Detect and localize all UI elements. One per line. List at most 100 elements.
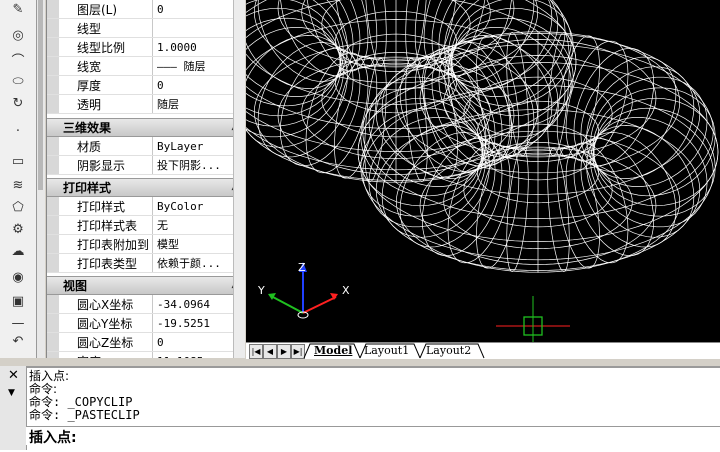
property-row[interactable]: 圆心Z坐标 0 [47,333,245,352]
axis-x-label: X [342,284,350,297]
command-input[interactable]: 插入点: [26,426,720,446]
spring-icon[interactable]: ≋ [8,176,28,194]
wire-line [357,97,483,207]
row-gutter [47,314,59,332]
property-row[interactable]: 线宽 ——— 随层 [47,57,245,76]
gear-icon[interactable]: ⚙ [8,220,28,238]
toolbar-scrollbar[interactable] [36,0,45,358]
row-gutter [47,333,59,351]
property-row[interactable]: 打印样式 ByColor [47,197,245,216]
property-row[interactable]: 打印表附加到 模型 [47,235,245,254]
pentagon-icon[interactable]: ⬠ [8,198,28,216]
chevron-down-icon[interactable]: ▼ [8,388,15,398]
row-gutter [47,95,59,113]
wire-line [334,55,378,179]
property-row[interactable]: 线型比例 1.0000 [47,38,245,57]
property-name: 线型比例 [59,38,153,56]
property-row[interactable]: 图层(L) 0 [47,0,245,19]
property-row[interactable]: 透明 随层 [47,95,245,114]
property-row[interactable]: 打印样式表无 [47,216,245,235]
close-icon[interactable]: ✕ [8,368,19,383]
wire-line [405,57,428,182]
property-value[interactable]: ByLayer [153,137,245,155]
property-name: 线宽 [59,57,153,75]
property-value[interactable]: 投下阴影... [153,156,245,174]
row-gutter [47,295,59,313]
property-name: 打印表类型 [59,254,153,272]
property-name: 阴影显示 [59,156,153,174]
line-icon[interactable]: — [8,314,28,332]
property-value[interactable]: 随层 [153,95,245,113]
wire-line [246,0,572,129]
property-name: 厚度 [59,76,153,94]
property-row[interactable]: 宽度11.1085 [47,352,245,358]
properties-scrollbar[interactable] [233,0,245,358]
property-name: 打印表附加到 [59,235,153,253]
section-header[interactable]: 打印样式▲ [47,178,245,197]
property-value[interactable]: 0 [153,0,245,18]
draw-toolbar: ✎ ◎ ⌒ ⬭ ↻ · ▭ ≋ ⬠ ⚙ ☁ ◉ ▣ — ↶ [0,0,37,358]
section-header[interactable]: 三维效果▲ [47,118,245,137]
rectangle-icon[interactable]: ▭ [8,152,28,170]
section-title: 视图 [63,279,88,293]
property-value[interactable]: -34.0964 [153,295,245,313]
property-value[interactable]: 0 [153,333,245,351]
point-icon[interactable]: · [8,122,28,140]
property-value[interactable]: 依赖于颜... [153,254,245,272]
property-row[interactable]: 打印表类型 依赖于颜... [47,254,245,273]
property-value[interactable] [153,19,245,37]
property-name: 圆心Z坐标 [59,333,153,351]
property-value[interactable]: ——— 随层 [153,57,245,75]
layout-tab-bar: |◀ ◀ ▶ ▶| Model Layout1 Layout2 [246,342,720,359]
circle-icon[interactable]: ◎ [8,26,28,44]
row-gutter [47,216,59,234]
prev-tab-button[interactable]: ◀ [263,344,277,359]
section-header[interactable]: 视图▲ [47,276,245,295]
wire-line [448,0,566,97]
wire-line [506,147,529,272]
command-window-grip[interactable]: ✕ ▼ [0,366,27,450]
toolbar-scroll-thumb[interactable] [38,0,43,190]
wire-line [246,0,344,97]
next-tab-button[interactable]: ▶ [277,344,291,359]
property-value[interactable]: 0 [153,76,245,94]
properties-list: 图层(L)0线型线型比例1.0000线宽——— 随层厚度0透明随层三维效果▲材质… [47,0,245,358]
property-value[interactable]: 无 [153,216,245,234]
row-gutter [47,19,59,37]
property-row[interactable]: 厚度 0 [47,76,245,95]
drawing-viewport[interactable]: Z Y X [246,0,720,342]
arc-icon[interactable]: ⌒ [8,50,28,69]
property-value[interactable]: ByColor [153,197,245,215]
property-value[interactable]: 模型 [153,235,245,253]
row-gutter [47,235,59,253]
tab-outlines [303,343,485,359]
property-value[interactable]: 1.0000 [153,38,245,56]
property-value[interactable]: -19.5251 [153,314,245,332]
row-gutter [47,197,59,215]
row-gutter [47,57,59,75]
wire-line [246,0,572,171]
undo-icon[interactable]: ↶ [8,332,28,350]
pencil-icon[interactable]: ✎ [8,0,28,18]
ucs-icon: Z Y X [257,261,350,319]
property-row[interactable]: 圆心Y坐标 -19.5251 [47,314,245,333]
row-gutter [47,156,59,174]
rotate-icon[interactable]: ↻ [8,94,28,112]
property-row[interactable]: 圆心X坐标 -34.0964 [47,295,245,314]
cloud-icon[interactable]: ☁ [8,242,28,260]
property-name: 透明 [59,95,153,113]
property-row[interactable]: 材质 ByLayer [47,137,245,156]
wire-line [246,7,341,117]
wire-line [451,7,577,117]
property-row[interactable]: 阴影显示 投下阴影... [47,156,245,175]
first-tab-button[interactable]: |◀ [249,344,263,359]
property-row[interactable]: 线型 [47,19,245,38]
property-value[interactable]: 11.1085 [153,352,245,359]
wire-line [246,0,577,152]
target-icon[interactable]: ◉ [8,268,28,286]
wire-line [556,35,600,159]
row-gutter [47,38,59,56]
ellipse-icon[interactable]: ⬭ [8,72,28,90]
row-gutter [47,352,59,358]
monitor-icon[interactable]: ▣ [8,292,28,310]
